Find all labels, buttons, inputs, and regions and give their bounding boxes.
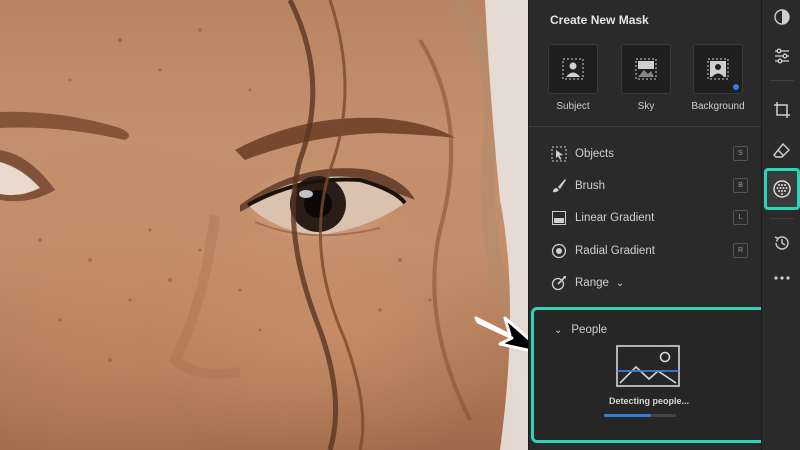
background-label: Background — [691, 101, 745, 112]
brush-icon — [550, 177, 568, 195]
sky-button[interactable] — [621, 44, 671, 94]
divider — [770, 218, 794, 219]
objects-shortcut: S — [733, 146, 748, 161]
photo-canvas[interactable] — [0, 0, 528, 450]
radial-gradient-label: Radial Gradient — [575, 245, 655, 257]
radial-gradient-icon — [550, 242, 568, 260]
background-button[interactable] — [693, 44, 743, 94]
history-icon[interactable] — [768, 229, 796, 257]
objects-tool[interactable]: Objects S — [550, 142, 755, 166]
background-icon — [707, 58, 729, 80]
range-label: Range — [575, 277, 609, 289]
divider — [770, 80, 794, 81]
portrait-photo — [0, 0, 528, 450]
range-tool[interactable]: Range ⌄ — [550, 271, 755, 295]
linear-gradient-shortcut: L — [733, 210, 748, 225]
subject-label: Subject — [556, 101, 590, 112]
new-badge-dot — [733, 84, 739, 90]
edit-sliders-icon[interactable] — [768, 42, 796, 70]
presets-icon[interactable] — [768, 3, 796, 31]
chevron-down-icon[interactable]: ⌄ — [616, 278, 624, 289]
sky-icon — [635, 58, 657, 80]
linear-gradient-label: Linear Gradient — [575, 212, 655, 224]
people-header[interactable]: ⌄ People — [554, 324, 607, 336]
progress-bar — [604, 414, 676, 417]
heal-eraser-icon[interactable] — [768, 137, 796, 165]
subject-button[interactable] — [548, 44, 598, 94]
divider — [529, 126, 762, 127]
people-label: People — [571, 324, 608, 336]
people-section: ⌄ People Detecting people... — [531, 307, 767, 443]
linear-gradient-tool[interactable]: Linear Gradient L — [550, 206, 755, 230]
subject-icon — [562, 58, 584, 80]
linear-gradient-icon — [550, 209, 568, 227]
tool-strip — [761, 0, 800, 450]
panel-title: Create New Mask — [550, 13, 649, 27]
range-icon — [550, 274, 568, 292]
chevron-down-icon[interactable]: ⌄ — [554, 325, 562, 336]
objects-label: Objects — [575, 148, 614, 160]
objects-icon — [550, 145, 568, 163]
create-mask-panel: Create New Mask Subject Sky Background O… — [528, 0, 767, 450]
progress-fill — [604, 414, 651, 417]
sky-label: Sky — [637, 101, 655, 112]
more-icon[interactable] — [768, 264, 796, 292]
brush-tool[interactable]: Brush B — [550, 174, 755, 198]
radial-gradient-tool[interactable]: Radial Gradient R — [550, 239, 755, 263]
brush-label: Brush — [575, 180, 606, 192]
detecting-image-icon — [616, 345, 680, 387]
crop-icon[interactable] — [768, 96, 796, 124]
radial-gradient-shortcut: R — [733, 243, 748, 258]
brush-shortcut: B — [733, 178, 748, 193]
masking-icon[interactable] — [764, 168, 800, 210]
detecting-status: Detecting people... — [608, 396, 689, 406]
